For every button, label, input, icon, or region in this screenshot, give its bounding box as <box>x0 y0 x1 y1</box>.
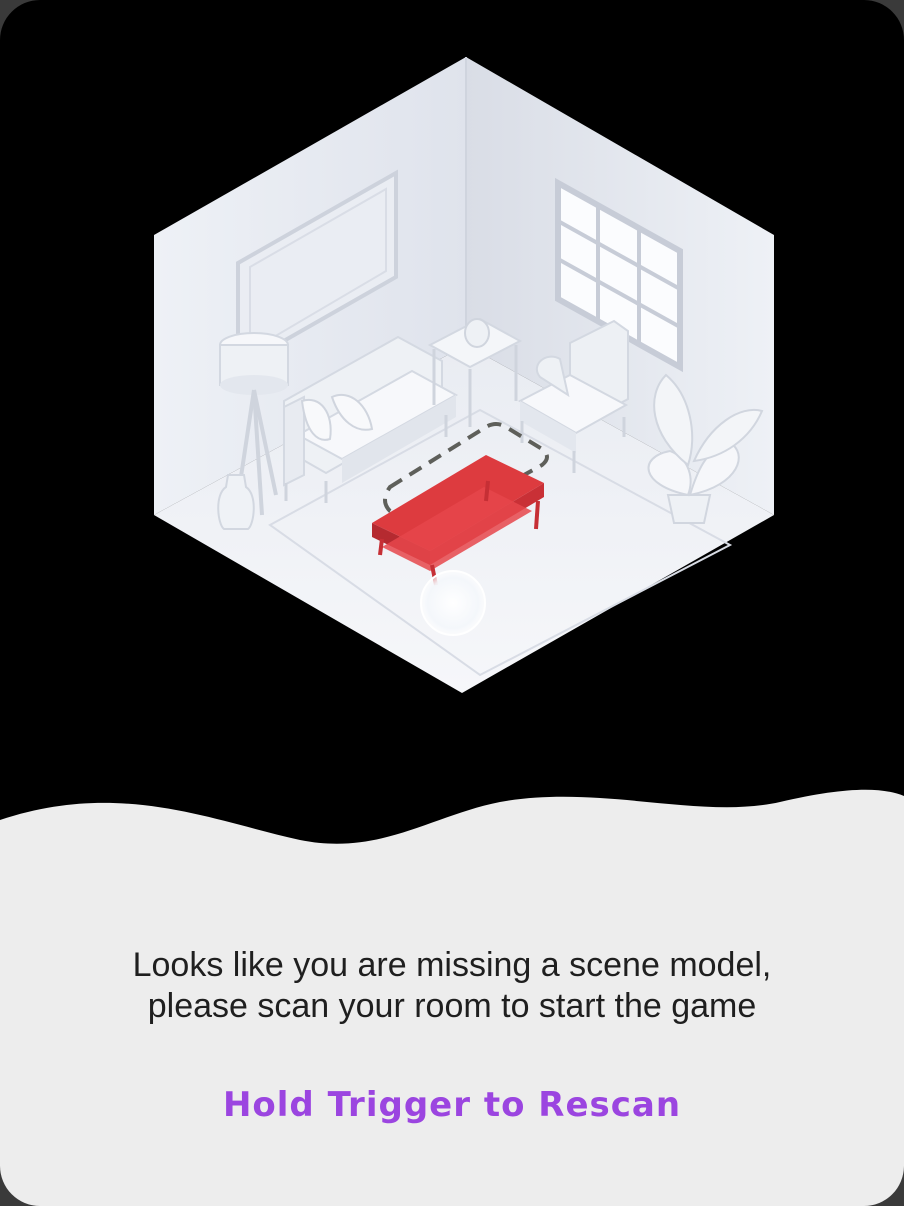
room-scan-illustration <box>154 57 774 693</box>
controller-pointer-icon <box>420 570 486 636</box>
scene-missing-panel: Looks like you are missing a scene model… <box>0 0 904 1206</box>
rescan-button[interactable]: Hold Trigger to Rescan <box>52 1083 852 1127</box>
missing-scene-message: Looks like you are missing a scene model… <box>132 946 772 1025</box>
